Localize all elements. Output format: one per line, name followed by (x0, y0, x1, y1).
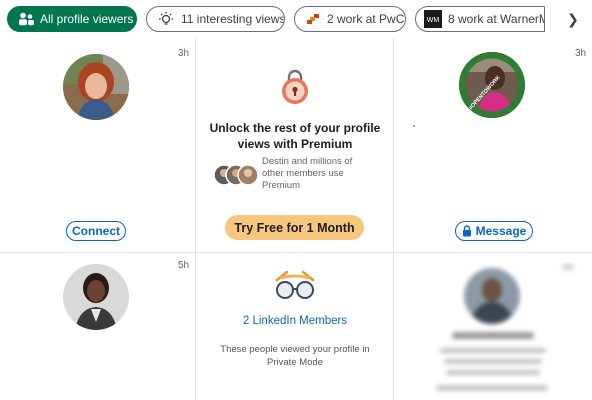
blurred-headline (444, 359, 542, 364)
try-premium-button[interactable]: Try Free for 1 Month (225, 215, 364, 240)
blurred-headline (446, 370, 540, 375)
filter-chip-label: All profile viewers (40, 12, 134, 26)
view-time: 3h (178, 48, 190, 59)
lightbulb-icon (157, 11, 175, 27)
premium-members-text: Destin and millions of other members use… (262, 156, 353, 191)
blurred-time (562, 264, 574, 270)
member-avatars (213, 164, 261, 186)
filter-chip-all-viewers[interactable]: All profile viewers (7, 6, 137, 32)
lock-icon (279, 68, 311, 106)
filter-chip-label: 11 interesting views (181, 12, 285, 26)
divider (0, 252, 592, 253)
pwc-logo-icon (305, 12, 321, 26)
filter-chip-pwc[interactable]: 2 work at PwC (294, 6, 406, 32)
svg-text:WM: WM (427, 17, 440, 24)
divider (393, 38, 394, 400)
private-mode-text: These people viewed your profile in Priv… (220, 344, 370, 368)
people-icon (18, 12, 34, 26)
divider (195, 38, 196, 400)
blurred-action (436, 385, 548, 391)
filter-bar: All profile viewers 11 interesting views (0, 0, 592, 38)
filter-chip-label: 8 work at WarnerMe (448, 12, 545, 26)
glasses-icon (273, 268, 317, 302)
avatar[interactable] (63, 264, 129, 330)
message-button-label: Message (475, 224, 527, 238)
premium-title: Unlock the rest of your profile views wi… (209, 121, 381, 151)
blurred-name (452, 332, 534, 339)
message-button[interactable]: Message (455, 221, 533, 241)
blurred-avatar (464, 268, 520, 324)
avatar[interactable] (63, 54, 129, 120)
filter-chip-label: 2 work at PwC (327, 12, 405, 26)
viewers-grid: 3h Connect Unlock the rest of your profi… (0, 38, 592, 400)
private-members-link[interactable]: 2 LinkedIn Members (205, 315, 385, 327)
avatar-open-to-work[interactable]: #OPENTOWORK (459, 52, 525, 118)
wm-logo-icon: WM (424, 10, 442, 28)
lock-icon (462, 225, 472, 237)
dot (413, 125, 415, 127)
filter-chip-interesting-views[interactable]: 11 interesting views (146, 6, 285, 32)
connect-button[interactable]: Connect (66, 221, 126, 241)
blurred-headline (440, 348, 546, 353)
filter-chip-warnermedia[interactable]: WM 8 work at WarnerMe (415, 6, 545, 32)
view-time: 3h (575, 48, 587, 59)
view-time: 5h (178, 260, 190, 271)
chevron-right-icon[interactable]: ❯ (562, 8, 584, 30)
